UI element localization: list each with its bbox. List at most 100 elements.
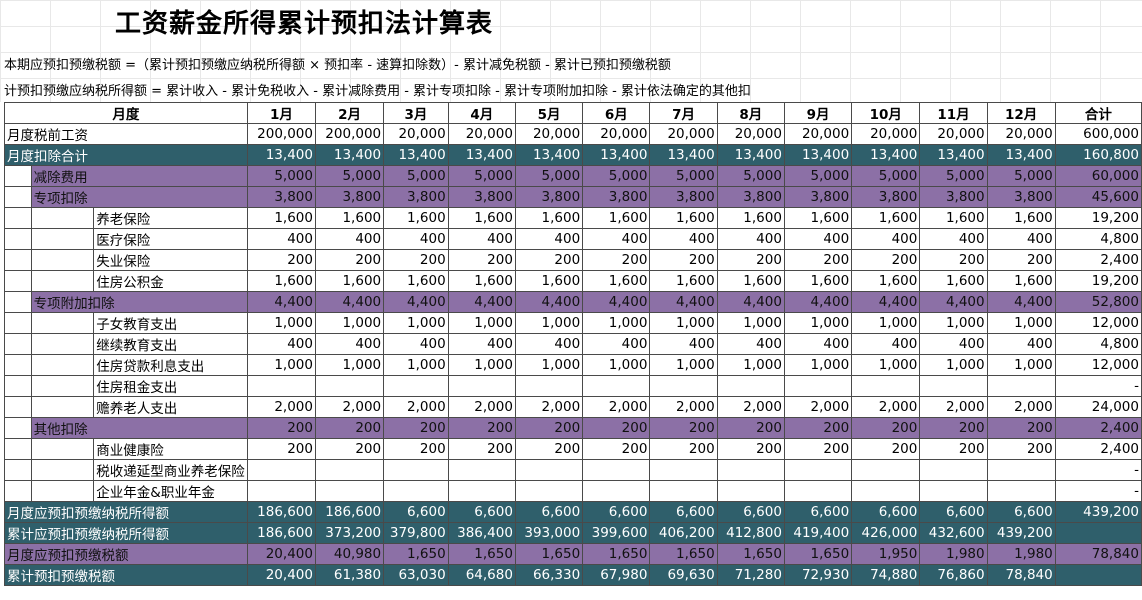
value-cell[interactable]: 5,000 xyxy=(514,165,584,187)
value-cell[interactable]: 1,600 xyxy=(851,270,921,292)
value-cell[interactable]: 200,000 xyxy=(314,123,385,145)
value-cell[interactable] xyxy=(246,375,316,397)
row-label[interactable]: 医疗保险 xyxy=(93,228,248,250)
value-cell[interactable]: 13,400 xyxy=(447,144,516,166)
value-cell[interactable]: 13,400 xyxy=(919,144,988,166)
indent-cell[interactable] xyxy=(4,438,32,460)
value-cell[interactable]: 1,600 xyxy=(383,207,449,229)
indent-cell[interactable] xyxy=(30,249,95,271)
indent-cell[interactable] xyxy=(30,480,95,502)
value-cell[interactable]: 13,400 xyxy=(246,144,316,166)
month-header-6[interactable]: 6月 xyxy=(582,102,651,124)
value-cell[interactable]: 1,000 xyxy=(383,354,449,376)
value-cell[interactable]: 20,000 xyxy=(851,123,921,145)
value-cell[interactable] xyxy=(649,459,718,481)
value-cell[interactable] xyxy=(783,480,853,502)
value-cell[interactable] xyxy=(716,375,785,397)
value-cell[interactable] xyxy=(314,375,385,397)
value-cell[interactable] xyxy=(986,459,1056,481)
value-cell[interactable]: 6,600 xyxy=(986,501,1056,523)
value-cell[interactable]: 1,000 xyxy=(582,312,651,334)
value-cell[interactable]: 20,000 xyxy=(919,123,988,145)
row-label[interactable]: 住房公积金 xyxy=(93,270,248,292)
row-label[interactable]: 养老保险 xyxy=(93,207,248,229)
value-cell[interactable]: 200 xyxy=(716,249,785,271)
value-cell[interactable]: 1,650 xyxy=(447,543,516,565)
value-cell[interactable]: 3,800 xyxy=(447,186,516,208)
value-cell[interactable]: 5,000 xyxy=(783,165,853,187)
value-cell[interactable]: 200 xyxy=(986,438,1056,460)
value-cell[interactable]: 20,000 xyxy=(514,123,584,145)
total-cell[interactable]: 19,200 xyxy=(1054,270,1142,292)
value-cell[interactable]: 200 xyxy=(851,438,921,460)
month-header-3[interactable]: 3月 xyxy=(383,102,449,124)
value-cell[interactable]: 1,600 xyxy=(246,270,316,292)
value-cell[interactable]: 399,600 xyxy=(582,522,651,544)
value-cell[interactable]: 200 xyxy=(851,249,921,271)
indent-cell[interactable] xyxy=(30,333,95,355)
value-cell[interactable]: 400 xyxy=(986,228,1056,250)
value-cell[interactable]: 2,000 xyxy=(582,396,651,418)
month-header-9[interactable]: 9月 xyxy=(783,102,853,124)
value-cell[interactable]: 400 xyxy=(314,333,385,355)
total-cell[interactable]: 78,840 xyxy=(1054,543,1142,565)
value-cell[interactable] xyxy=(582,375,651,397)
value-cell[interactable]: 4,400 xyxy=(919,291,988,313)
row-label[interactable]: 月度应预扣预缴纳税所得额 xyxy=(4,501,248,523)
value-cell[interactable]: 419,400 xyxy=(783,522,853,544)
value-cell[interactable]: 1,600 xyxy=(649,207,718,229)
value-cell[interactable]: 1,000 xyxy=(246,312,316,334)
value-cell[interactable]: 1,950 xyxy=(851,543,921,565)
value-cell[interactable]: 393,000 xyxy=(514,522,584,544)
value-cell[interactable]: 1,000 xyxy=(514,312,584,334)
value-cell[interactable]: 1,600 xyxy=(919,270,988,292)
total-cell[interactable]: - xyxy=(1054,375,1142,397)
total-cell[interactable]: 60,000 xyxy=(1054,165,1142,187)
value-cell[interactable]: 1,000 xyxy=(447,354,516,376)
value-cell[interactable]: 71,280 xyxy=(716,564,785,586)
value-cell[interactable]: 1,600 xyxy=(716,207,785,229)
month-header-7[interactable]: 7月 xyxy=(649,102,718,124)
value-cell[interactable]: 1,600 xyxy=(447,270,516,292)
indent-cell[interactable] xyxy=(4,375,32,397)
value-cell[interactable]: 6,600 xyxy=(919,501,988,523)
value-cell[interactable]: 200 xyxy=(919,438,988,460)
value-cell[interactable] xyxy=(851,459,921,481)
value-cell[interactable]: 1,600 xyxy=(986,270,1056,292)
value-cell[interactable] xyxy=(986,375,1056,397)
value-cell[interactable]: 13,400 xyxy=(716,144,785,166)
value-cell[interactable]: 1,650 xyxy=(783,543,853,565)
value-cell[interactable]: 200 xyxy=(314,438,385,460)
value-cell[interactable]: 1,650 xyxy=(649,543,718,565)
value-cell[interactable] xyxy=(383,375,449,397)
value-cell[interactable] xyxy=(919,375,988,397)
formula-taxable-income[interactable]: 计预扣预缴应纳税所得额 = 累计收入 - 累计免税收入 - 累计减除费用 - 累… xyxy=(4,81,804,102)
value-cell[interactable]: 2,000 xyxy=(783,396,853,418)
row-label[interactable]: 累计应预扣预缴纳税所得额 xyxy=(4,522,248,544)
value-cell[interactable]: 400 xyxy=(783,228,853,250)
month-header[interactable]: 月度 xyxy=(4,102,248,124)
indent-cell[interactable] xyxy=(4,207,32,229)
value-cell[interactable]: 6,600 xyxy=(514,501,584,523)
value-cell[interactable]: 20,000 xyxy=(783,123,853,145)
indent-cell[interactable] xyxy=(30,459,95,481)
value-cell[interactable]: 400 xyxy=(851,333,921,355)
value-cell[interactable]: 5,000 xyxy=(447,165,516,187)
indent-cell[interactable] xyxy=(30,375,95,397)
value-cell[interactable] xyxy=(383,459,449,481)
month-header-8[interactable]: 8月 xyxy=(716,102,785,124)
value-cell[interactable]: 200 xyxy=(919,249,988,271)
value-cell[interactable]: 3,800 xyxy=(246,186,316,208)
value-cell[interactable]: 1,600 xyxy=(514,207,584,229)
value-cell[interactable]: 1,000 xyxy=(649,312,718,334)
value-cell[interactable]: 4,400 xyxy=(783,291,853,313)
value-cell[interactable]: 13,400 xyxy=(783,144,853,166)
value-cell[interactable]: 5,000 xyxy=(582,165,651,187)
value-cell[interactable]: 6,600 xyxy=(383,501,449,523)
value-cell[interactable]: 13,400 xyxy=(851,144,921,166)
value-cell[interactable]: 6,600 xyxy=(649,501,718,523)
value-cell[interactable]: 2,000 xyxy=(514,396,584,418)
value-cell[interactable]: 3,800 xyxy=(716,186,785,208)
value-cell[interactable]: 400 xyxy=(514,228,584,250)
value-cell[interactable] xyxy=(514,459,584,481)
